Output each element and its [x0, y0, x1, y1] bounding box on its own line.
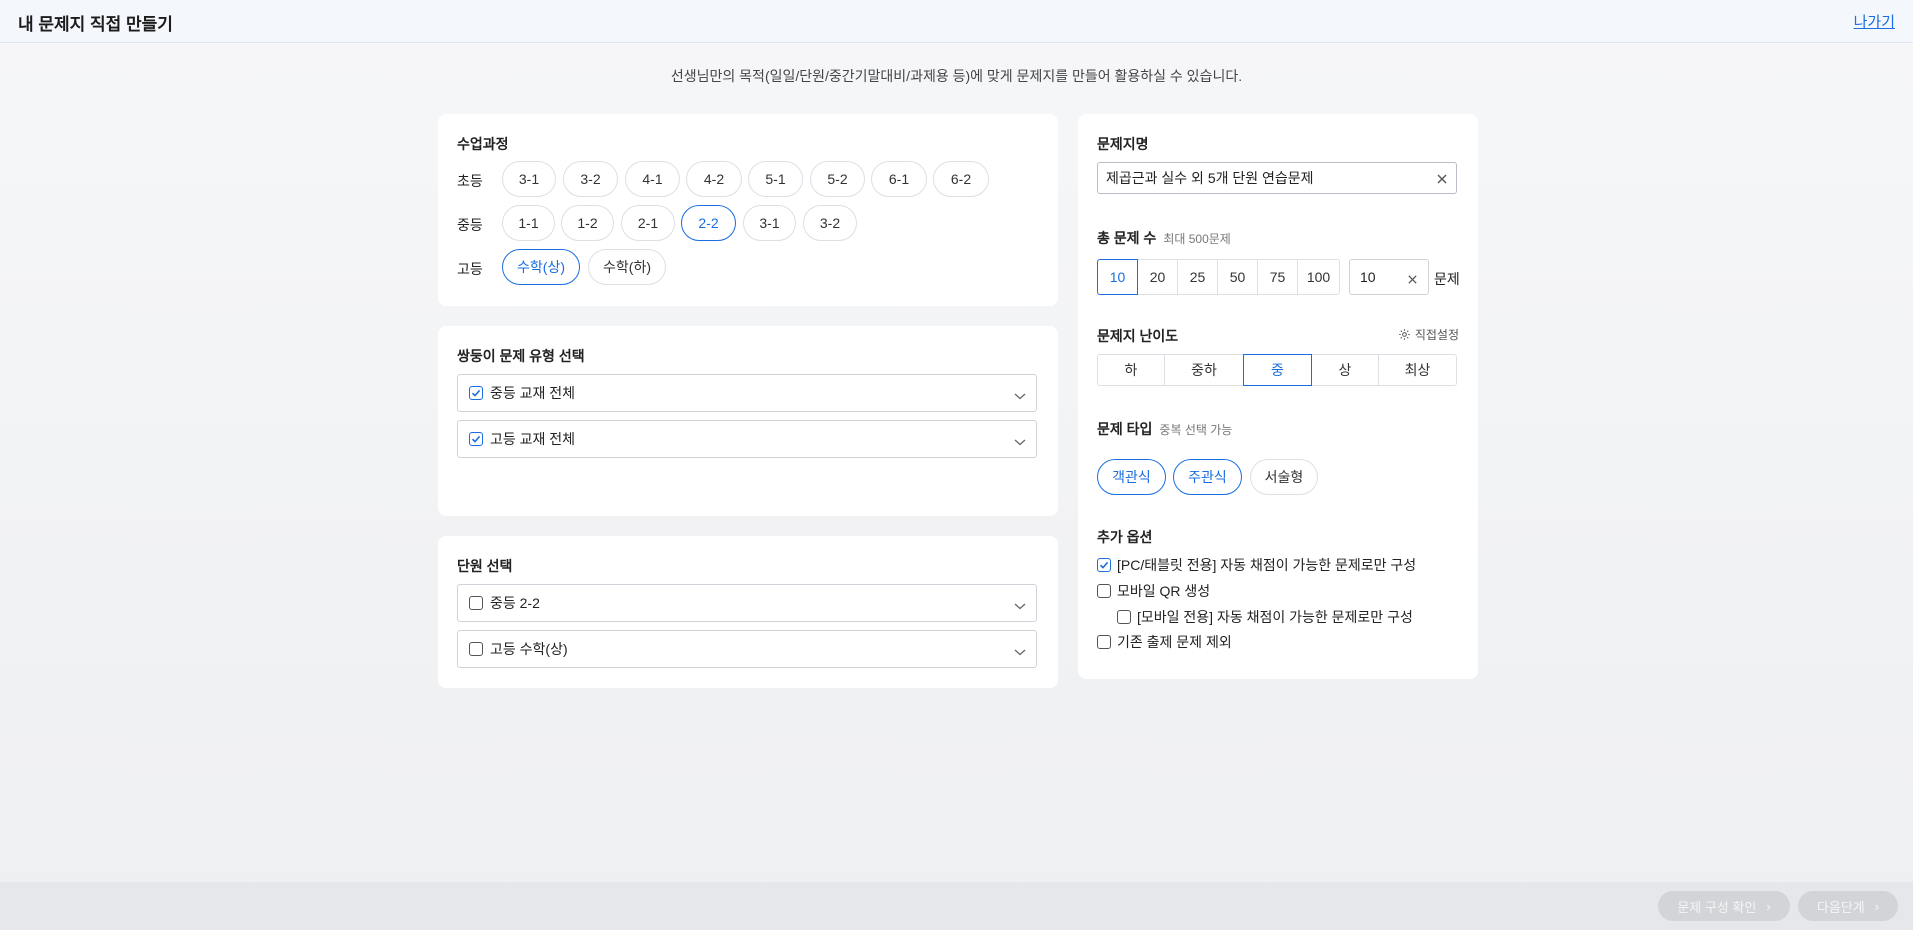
chip-elem-4-1[interactable]: 4-1	[625, 161, 680, 197]
footer-bar: 문제 구성 확인 › 다음단계 ›	[0, 882, 1913, 930]
chip-elem-3-1[interactable]: 3-1	[502, 161, 556, 197]
chevron-right-icon: ›	[1766, 898, 1771, 914]
chip-elem-5-1[interactable]: 5-1	[748, 161, 803, 197]
count-option-50[interactable]: 50	[1217, 259, 1258, 295]
question-count-title: 총 문제 수 최대 500문제	[1097, 228, 1231, 248]
extra-options-title: 추가 옵션	[1097, 529, 1153, 545]
next-step-label: 다음단계	[1816, 899, 1865, 915]
chip-mid-3-1[interactable]: 3-1	[743, 205, 796, 241]
chip-elem-5-2[interactable]: 5-2	[810, 161, 865, 197]
course-title: 수업과정	[457, 136, 509, 152]
option-label: 기존 출제 문제 제외	[1117, 634, 1232, 650]
gear-icon	[1398, 328, 1411, 341]
qtype-multiple-choice[interactable]: 객관식	[1097, 459, 1166, 495]
header-bar: 내 문제지 직접 만들기 나가기	[0, 0, 1913, 43]
page-title: 내 문제지 직접 만들기	[18, 15, 173, 34]
option-label: 모바일 QR 생성	[1117, 583, 1211, 599]
confirm-composition-button[interactable]: 문제 구성 확인 ›	[1658, 891, 1790, 921]
count-custom-field[interactable]	[1349, 259, 1429, 295]
chip-mid-2-2[interactable]: 2-2	[681, 205, 736, 241]
checkbox-unchecked[interactable]	[1097, 584, 1111, 598]
row-label-middle: 중등	[457, 217, 483, 233]
unit-dropdown-high[interactable]: 고등 수학(상)	[457, 630, 1037, 668]
unit-dropdown-middle[interactable]: 중등 2-2	[457, 584, 1037, 622]
option-label: [PC/태블릿 전용] 자동 채점이 가능한 문제로만 구성	[1117, 557, 1417, 573]
settings-card: 문제지명 총 문제 수 최대 500문제 10 20 25 50 75 100 문…	[1078, 114, 1478, 679]
unit-title: 단원 선택	[457, 558, 513, 574]
clear-icon[interactable]	[1436, 172, 1448, 190]
qtype-essay[interactable]: 서술형	[1250, 459, 1318, 495]
chevron-right-icon: ›	[1874, 898, 1880, 914]
confirm-composition-label: 문제 구성 확인	[1677, 899, 1757, 915]
question-type-title: 문제 타입 중복 선택 가능	[1097, 419, 1232, 439]
count-unit-label: 문제	[1434, 271, 1460, 287]
count-option-100[interactable]: 100	[1297, 259, 1340, 295]
chevron-down-icon	[1014, 644, 1026, 662]
exit-link[interactable]: 나가기	[1854, 11, 1895, 32]
question-count-label: 총 문제 수	[1097, 230, 1157, 246]
checkbox-checked[interactable]	[469, 432, 483, 446]
count-option-25[interactable]: 25	[1177, 259, 1218, 295]
difficulty-option-mid[interactable]: 중	[1243, 354, 1312, 386]
question-type-label: 문제 타입	[1097, 421, 1153, 437]
question-count-hint: 최대 500문제	[1163, 232, 1231, 246]
chip-elem-3-2[interactable]: 3-2	[563, 161, 618, 197]
checkbox-unchecked[interactable]	[1117, 610, 1131, 624]
count-option-10[interactable]: 10	[1097, 259, 1138, 295]
worksheet-name-field[interactable]	[1097, 162, 1457, 194]
chevron-down-icon	[1014, 388, 1026, 406]
option-label: [모바일 전용] 자동 채점이 가능한 문제로만 구성	[1137, 609, 1413, 625]
option-exclude-previous[interactable]: 기존 출제 문제 제외	[1097, 632, 1232, 652]
count-option-20[interactable]: 20	[1137, 259, 1178, 295]
chip-mid-1-2[interactable]: 1-2	[561, 205, 614, 241]
chip-high-math-upper[interactable]: 수학(상)	[502, 249, 580, 285]
dropdown-label: 중등 2-2	[490, 595, 540, 611]
difficulty-custom-button[interactable]: 직접설정	[1398, 326, 1459, 343]
difficulty-option-high[interactable]: 상	[1311, 354, 1379, 386]
checkbox-unchecked[interactable]	[1097, 635, 1111, 649]
qtype-short-answer[interactable]: 주관식	[1173, 459, 1242, 495]
chevron-down-icon	[1014, 434, 1026, 452]
checkbox-unchecked[interactable]	[469, 596, 483, 610]
chip-elem-4-2[interactable]: 4-2	[686, 161, 742, 197]
dropdown-label: 고등 수학(상)	[490, 641, 568, 657]
difficulty-custom-label: 직접설정	[1414, 328, 1459, 342]
checkbox-checked[interactable]	[1097, 558, 1111, 572]
row-label-elementary: 초등	[457, 173, 483, 189]
chip-elem-6-1[interactable]: 6-1	[871, 161, 927, 197]
unit-card: 단원 선택 중등 2-2 고등 수학(상)	[438, 536, 1058, 688]
dropdown-label: 중등 교재 전체	[490, 385, 576, 401]
worksheet-name-title: 문제지명	[1097, 136, 1149, 152]
checkbox-unchecked[interactable]	[469, 642, 483, 656]
count-custom-input[interactable]	[1360, 269, 1400, 285]
difficulty-title: 문제지 난이도	[1097, 328, 1179, 344]
difficulty-option-low[interactable]: 하	[1097, 354, 1165, 386]
chevron-down-icon	[1014, 598, 1026, 616]
chip-elem-6-2[interactable]: 6-2	[933, 161, 989, 197]
clear-icon[interactable]	[1407, 272, 1418, 290]
problem-type-card: 쌍둥이 문제 유형 선택 중등 교재 전체 고등 교재 전체	[438, 326, 1058, 516]
difficulty-option-highest[interactable]: 최상	[1378, 354, 1457, 386]
problem-type-title: 쌍둥이 문제 유형 선택	[457, 348, 585, 364]
option-mobile-autograde[interactable]: [모바일 전용] 자동 채점이 가능한 문제로만 구성	[1117, 607, 1413, 627]
dropdown-label: 고등 교재 전체	[490, 431, 576, 447]
chip-mid-2-1[interactable]: 2-1	[621, 205, 675, 241]
course-card: 수업과정 초등 3-1 3-2 4-1 4-2 5-1 5-2 6-1 6-2 …	[438, 114, 1058, 306]
option-pc-autograde[interactable]: [PC/태블릿 전용] 자동 채점이 가능한 문제로만 구성	[1097, 555, 1416, 575]
question-type-hint: 중복 선택 가능	[1159, 423, 1233, 437]
checkbox-checked[interactable]	[469, 386, 483, 400]
difficulty-option-mid-low[interactable]: 중하	[1164, 354, 1244, 386]
page-subtitle: 선생님만의 목적(일일/단원/중간기말대비/과제용 등)에 맞게 문제지를 만들…	[670, 68, 1243, 84]
option-mobile-qr[interactable]: 모바일 QR 생성	[1097, 581, 1210, 601]
chip-high-math-lower[interactable]: 수학(하)	[588, 249, 666, 285]
problem-type-dropdown-high[interactable]: 고등 교재 전체	[457, 420, 1037, 458]
chip-mid-1-1[interactable]: 1-1	[502, 205, 555, 241]
row-label-high: 고등	[457, 261, 483, 277]
count-option-75[interactable]: 75	[1257, 259, 1298, 295]
next-step-button[interactable]: 다음단계 ›	[1798, 891, 1898, 921]
worksheet-name-input[interactable]	[1106, 170, 1426, 186]
chip-mid-3-2[interactable]: 3-2	[803, 205, 857, 241]
problem-type-dropdown-middle[interactable]: 중등 교재 전체	[457, 374, 1037, 412]
